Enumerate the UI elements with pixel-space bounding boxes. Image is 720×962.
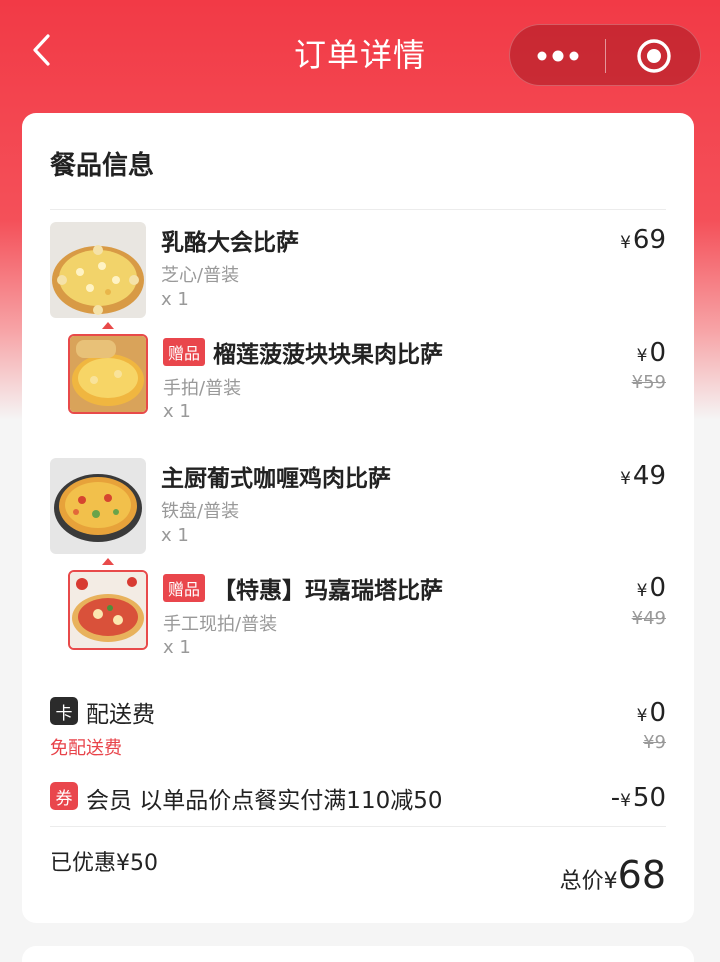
product-spec: 芝心/普装 [161, 265, 240, 286]
gift-image-durian-pizza[interactable] [68, 334, 148, 414]
currency-symbol: ¥ [636, 581, 648, 601]
order-items-card: 餐品信息 乳酪大会比萨 芝心/普装 x 1 ¥69 赠品榴莲菠菠块块果肉比萨 [22, 113, 694, 923]
currency-symbol: ¥ [620, 469, 631, 489]
section-title: 餐品信息 [50, 151, 155, 181]
product-spec: 铁盘/普装 [161, 501, 240, 522]
gift-original-price: ¥49 [631, 608, 666, 629]
product-name: 乳酪大会比萨 [161, 230, 299, 256]
coupon-icon: 券 [50, 782, 78, 810]
gift-spec: 手工现拍/普装 [163, 614, 278, 635]
gift-name: 赠品 【特惠】玛嘉瑞塔比萨 [163, 571, 443, 605]
price-value: 69 [632, 225, 666, 255]
free-delivery-note: 免配送费 [50, 738, 122, 759]
delivery-original-price: ¥9 [643, 732, 666, 753]
price-value: 50 [632, 783, 666, 813]
order-total: 总价¥68 [560, 853, 666, 897]
product-name: 主厨葡式咖喱鸡肉比萨 [161, 466, 391, 492]
gift-pointer [102, 558, 114, 565]
gift-name-text: 【特惠】玛嘉瑞塔比萨 [213, 578, 444, 604]
minus-sign: - [610, 783, 621, 813]
product-price: ¥69 [620, 225, 666, 255]
mini-program-capsule [509, 24, 701, 86]
product-image-curry-chicken-pizza[interactable] [50, 458, 146, 554]
total-amount: 68 [617, 853, 666, 897]
currency-symbol: ¥ [620, 233, 631, 253]
next-card [22, 946, 694, 962]
divider [50, 209, 666, 210]
price-value: 49 [632, 461, 666, 491]
delivery-fee-price: ¥0 [637, 698, 666, 728]
more-dots-icon [537, 50, 578, 62]
gift-original-price: ¥59 [631, 372, 666, 393]
card-icon: 卡 [50, 697, 78, 725]
gift-price: ¥0 [637, 573, 666, 603]
gift-name: 赠品 榴莲菠菠块块果肉比萨 [163, 335, 443, 369]
coupon-amount: -¥50 [611, 783, 666, 813]
product-price: ¥49 [620, 461, 666, 491]
more-button[interactable] [510, 25, 605, 87]
gift-name-text: 榴莲菠菠块块果肉比萨 [213, 342, 444, 368]
gift-price: ¥0 [637, 338, 666, 368]
gift-pointer [102, 322, 114, 329]
price-value: 0 [649, 338, 666, 368]
product-image-cheese-pizza[interactable] [50, 222, 146, 318]
nav-bar: 订单详情 [0, 0, 720, 105]
delivery-fee-label: 配送费 [86, 702, 155, 728]
gift-spec: 手拍/普装 [163, 378, 242, 399]
target-close-icon [637, 39, 671, 73]
gift-qty: x 1 [163, 401, 191, 422]
close-button[interactable] [606, 25, 702, 87]
gift-badge: 赠品 [163, 338, 206, 366]
currency-symbol: ¥ [603, 869, 618, 894]
total-label: 总价 [559, 869, 604, 894]
product-qty: x 1 [161, 525, 189, 546]
divider [50, 826, 666, 827]
price-value: 0 [649, 698, 666, 728]
currency-symbol: ¥ [636, 346, 648, 366]
discount-summary: 已优惠¥50 [50, 851, 158, 876]
gift-image-margherita-pizza[interactable] [68, 570, 148, 650]
price-value: 0 [649, 573, 666, 603]
product-qty: x 1 [161, 289, 189, 310]
currency-symbol: ¥ [620, 791, 631, 811]
gift-badge: 赠品 [163, 574, 206, 602]
currency-symbol: ¥ [636, 706, 648, 726]
gift-qty: x 1 [163, 637, 191, 658]
coupon-label: 会员 以单品价点餐实付满110减50 [86, 788, 443, 814]
